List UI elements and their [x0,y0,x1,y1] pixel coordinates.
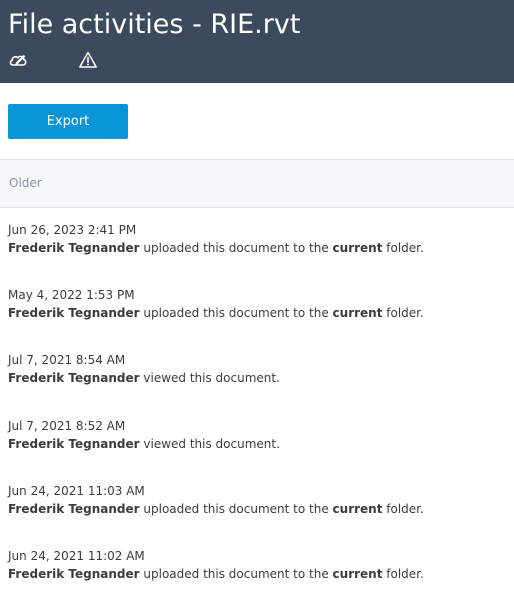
activity-description: Frederik Tegnander uploaded this documen… [8,566,508,583]
activity-description: Frederik Tegnander viewed this document. [8,436,508,453]
activity-user: Frederik Tegnander [8,241,140,255]
edit-cloud-icon[interactable] [8,50,28,70]
activity-item: Jun 26, 2023 2:41 PM Frederik Tegnander … [8,222,508,287]
activity-item: Jul 7, 2021 8:54 AM Frederik Tegnander v… [8,352,508,417]
activity-timestamp: Jun 26, 2023 2:41 PM [8,223,137,237]
activity-suffix: folder. [386,566,424,581]
activity-action: uploaded this document to the [143,241,329,255]
activity-action: uploaded this document to the [143,306,329,321]
activity-folder: current [332,241,383,255]
activity-user: Frederik Tegnander [8,501,140,516]
activity-item: Jun 24, 2021 11:02 AM Frederik Tegnander… [8,548,508,613]
activity-action: uploaded this document to the [143,501,329,516]
activity-user: Frederik Tegnander [8,566,140,581]
section-label: Older [9,176,42,190]
page-header: File activities - RIE.rvt [0,0,514,83]
activity-user: Frederik Tegnander [8,306,140,321]
activity-item: May 4, 2022 1:53 PM Frederik Tegnander u… [8,287,508,352]
activity-timestamp: Jul 7, 2021 8:52 AM [8,418,126,433]
activity-list: Jun 26, 2023 2:41 PM Frederik Tegnander … [8,222,508,613]
activity-timestamp: Jun 24, 2021 11:03 AM [8,483,145,498]
activity-description: Frederik Tegnander viewed this document. [8,370,508,387]
activity-action: uploaded this document to the [143,566,329,581]
activity-folder: current [332,501,383,516]
activity-timestamp: May 4, 2022 1:53 PM [8,288,135,303]
activity-description: Frederik Tegnander uploaded this documen… [8,501,508,518]
activity-timestamp: Jun 24, 2021 11:02 AM [8,548,145,563]
section-header-older: Older [0,159,514,208]
activity-item: Jul 7, 2021 8:52 AM Frederik Tegnander v… [8,418,508,483]
activity-user: Frederik Tegnander [8,371,140,386]
activity-description: Frederik Tegnander uploaded this documen… [8,305,508,322]
activity-folder: current [332,566,383,581]
page-title: File activities - RIE.rvt [8,9,301,40]
activity-suffix: folder. [386,306,424,321]
activity-action: viewed this document. [143,371,280,386]
activity-action: viewed this document. [143,436,280,451]
activity-item: Jun 24, 2021 11:03 AM Frederik Tegnander… [8,483,508,548]
activity-suffix: folder. [386,501,424,516]
activity-description: Frederik Tegnander uploaded this documen… [8,240,508,257]
activity-timestamp: Jul 7, 2021 8:54 AM [8,353,126,368]
activity-user: Frederik Tegnander [8,436,140,451]
export-button[interactable]: Export [8,104,128,139]
activity-folder: current [332,306,383,321]
warning-icon[interactable] [78,50,98,70]
activity-suffix: folder. [386,241,424,255]
